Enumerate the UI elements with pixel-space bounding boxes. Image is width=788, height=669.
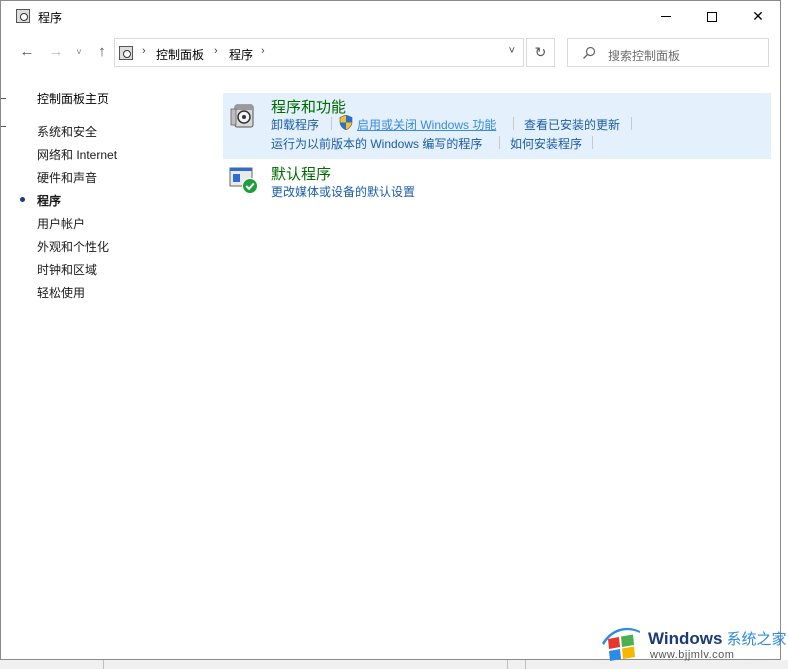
recent-locations-button[interactable]: ˅ [74, 44, 84, 60]
divider [525, 660, 526, 669]
breadcrumb-separator[interactable]: › [142, 45, 146, 57]
link-separator [631, 117, 632, 130]
breadcrumb-control-panel[interactable]: 控制面板 [156, 46, 204, 63]
link-separator [331, 117, 332, 130]
window-title: 程序 [38, 11, 63, 25]
link-uninstall-program[interactable]: 卸载程序 [271, 116, 319, 133]
link-separator [592, 136, 593, 149]
category-title-default-programs[interactable]: 默认程序 [271, 163, 331, 184]
search-input[interactable]: 搜索控制面板 [567, 38, 769, 67]
divider [1, 126, 6, 127]
up-button[interactable]: ↑ [94, 44, 110, 60]
address-dropdown-button[interactable]: ˅ [509, 45, 515, 57]
control-panel-icon [119, 46, 133, 60]
search-placeholder: 搜索控制面板 [608, 49, 681, 63]
watermark-url: www.bjjmlv.com [650, 649, 735, 661]
watermark-brand-en: Windows [648, 629, 723, 648]
control-panel-icon [16, 9, 30, 23]
link-separator [513, 117, 514, 130]
default-programs-icon [229, 167, 258, 194]
sidebar-item-home[interactable]: 控制面板主页 [37, 90, 109, 107]
refresh-icon: ↻ [534, 44, 547, 60]
divider [1, 98, 6, 99]
link-separator [499, 136, 500, 149]
title-bar[interactable]: 程序 ✕ [1, 1, 780, 32]
windows-logo-icon [602, 627, 640, 661]
sidebar-item-programs[interactable]: 程序 [37, 192, 61, 209]
maximize-button[interactable] [689, 1, 735, 32]
category-title-programs-features[interactable]: 程序和功能 [271, 96, 346, 117]
sidebar-item-hardware-sound[interactable]: 硬件和声音 [37, 169, 97, 186]
divider [507, 660, 508, 669]
sidebar-item-user-accounts[interactable]: 用户帐户 [37, 215, 85, 232]
category-programs-features: 程序和功能 卸载程序 启用或关闭 Windows 功能 查看已安装的更新 运行为… [223, 93, 771, 159]
link-change-default-settings[interactable]: 更改媒体或设备的默认设置 [271, 183, 415, 200]
link-how-to-install[interactable]: 如何安装程序 [510, 135, 582, 152]
breadcrumb-separator[interactable]: › [261, 45, 265, 57]
sidebar-item-appearance[interactable]: 外观和个性化 [37, 238, 109, 255]
navigation-bar: ← → ˅ ↑ › 控制面板 › 程序 › ˅ ↻ 搜索控制面板 [1, 35, 780, 69]
back-button[interactable]: ← [19, 44, 35, 60]
minimize-button[interactable] [643, 1, 689, 32]
watermark-brand: Windows 系统之家 [648, 628, 786, 649]
programs-features-icon [230, 104, 254, 128]
minimize-icon [661, 16, 671, 17]
uac-shield-icon [339, 115, 353, 130]
close-button[interactable]: ✕ [735, 1, 781, 32]
link-windows-features[interactable]: 启用或关闭 Windows 功能 [357, 116, 496, 133]
watermark-brand-cn: 系统之家 [726, 631, 787, 648]
close-icon: ✕ [752, 8, 764, 24]
refresh-button[interactable]: ↻ [526, 38, 555, 67]
control-panel-window: 程序 ✕ ← → ˅ ↑ › 控制面板 › 程序 › ˅ ↻ 搜索控制面板 控制… [0, 0, 781, 660]
forward-button[interactable]: → [48, 44, 64, 60]
breadcrumb-programs[interactable]: 程序 [229, 46, 253, 63]
watermark: Windows 系统之家 www.bjjmlv.com [596, 619, 788, 669]
sidebar-item-ease-of-access[interactable]: 轻松使用 [37, 284, 85, 301]
maximize-icon [707, 11, 717, 22]
search-icon [583, 46, 596, 59]
link-run-older-programs[interactable]: 运行为以前版本的 Windows 编写的程序 [271, 135, 482, 152]
divider [103, 660, 104, 669]
category-default-programs: 默认程序 更改媒体或设备的默认设置 [223, 161, 771, 201]
breadcrumb-separator[interactable]: › [214, 45, 218, 57]
address-bar[interactable]: › 控制面板 › 程序 › ˅ [114, 38, 524, 67]
sidebar-item-clock-region[interactable]: 时钟和区域 [37, 261, 97, 278]
sidebar-item-network-internet[interactable]: 网络和 Internet [37, 146, 117, 163]
link-view-installed-updates[interactable]: 查看已安装的更新 [524, 116, 620, 133]
active-bullet-icon [20, 197, 25, 202]
sidebar-item-system-security[interactable]: 系统和安全 [37, 123, 97, 140]
